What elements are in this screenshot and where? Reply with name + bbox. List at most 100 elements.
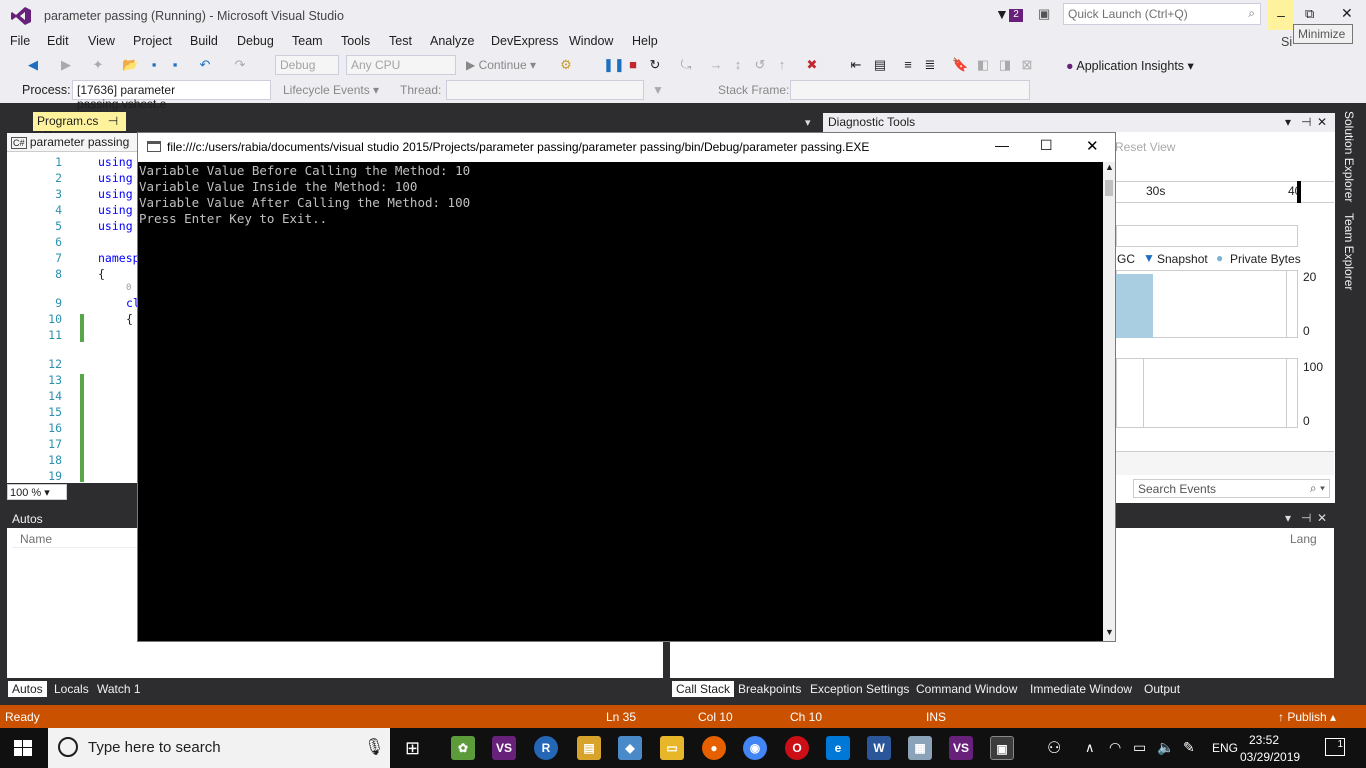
restart-icon[interactable]: ↻ (647, 57, 663, 73)
step-back-icon[interactable]: ↑ (774, 57, 790, 73)
zoom-select[interactable]: 100 % ▾ (7, 484, 67, 500)
menu-debug[interactable]: Debug (237, 34, 274, 48)
threads-icon[interactable]: ▤ (872, 57, 888, 73)
search-events-input[interactable]: Search Events ⌕ ▾ (1133, 479, 1330, 498)
show-next-icon[interactable]: ⤿ (678, 57, 694, 73)
console-minimize-button[interactable]: — (995, 137, 1009, 153)
callstack-pin-icon[interactable]: ⊣ (1301, 511, 1311, 525)
publish-button[interactable]: ↑ Publish ▴ (1278, 710, 1336, 724)
uncomment-icon[interactable]: ≣ (922, 57, 938, 73)
console-close-button[interactable]: ✕ (1086, 137, 1099, 155)
task-view-icon[interactable]: ⊞ (405, 738, 420, 759)
network-icon[interactable]: ◠ (1109, 739, 1121, 756)
reset-view-button[interactable]: Reset View (1115, 140, 1175, 154)
callstack-column-lang[interactable]: Lang (1290, 532, 1317, 546)
windows-start-icon[interactable] (14, 740, 32, 756)
tab-breakpoints[interactable]: Breakpoints (734, 681, 805, 697)
language-indicator[interactable]: ENG (1212, 741, 1238, 755)
process-select[interactable]: [17636] parameter passing.vshost.e (72, 80, 271, 111)
bookmark-icon[interactable]: 🔖 (952, 57, 968, 73)
panel-menu-icon[interactable]: ▾ (1285, 115, 1291, 129)
hex-icon[interactable]: ⇤ (848, 57, 864, 73)
menu-tools[interactable]: Tools (341, 34, 370, 48)
chrome-icon[interactable]: ◉ (743, 736, 767, 760)
step-into-icon[interactable]: → (708, 57, 724, 73)
filter-icon[interactable]: ▼ (995, 6, 1009, 22)
scroll-up-icon[interactable]: ▲ (1105, 162, 1114, 172)
menu-team[interactable]: Team (292, 34, 323, 48)
tab-locals[interactable]: Locals (50, 681, 93, 697)
battery-icon[interactable]: ▭ (1133, 739, 1146, 756)
comment-icon[interactable]: ≡ (900, 57, 916, 73)
visual-studio-active-icon[interactable]: VS (949, 736, 973, 760)
clock-date[interactable]: 03/29/2019 (1240, 750, 1300, 764)
r-app-icon[interactable]: R (534, 736, 558, 760)
config-select[interactable]: Debug (275, 55, 339, 75)
volume-icon[interactable]: 🔈 (1157, 739, 1174, 756)
console-taskbar-icon[interactable]: ▣ (990, 736, 1014, 760)
undo-icon[interactable]: ↶ (197, 57, 213, 73)
pause-icon[interactable]: ❚❚ (603, 57, 625, 73)
scope-dropdown[interactable]: C# parameter passing (7, 133, 138, 152)
solution-explorer-tab[interactable]: Solution Explorer (1342, 111, 1356, 202)
lifecycle-events-button[interactable]: Lifecycle Events ▾ (283, 83, 379, 97)
stack-frame-select[interactable] (790, 80, 1030, 100)
open-file-icon[interactable]: 📂 (122, 57, 138, 73)
word-icon[interactable]: W (867, 736, 891, 760)
scroll-down-icon[interactable]: ▼ (1105, 627, 1114, 637)
new-project-icon[interactable]: ✦ (90, 57, 106, 73)
step-out-icon[interactable]: ↺ (752, 57, 768, 73)
back-icon[interactable]: ◀ (25, 57, 41, 73)
clear-bookmarks-icon[interactable]: ⊠ (1019, 57, 1035, 73)
visual-studio-taskbar-icon[interactable]: VS (492, 736, 516, 760)
platform-select[interactable]: Any CPU (346, 55, 456, 75)
menu-project[interactable]: Project (133, 34, 172, 48)
notification-badge[interactable]: 2 (1009, 9, 1023, 22)
exceptions-icon[interactable]: ✖ (804, 57, 820, 73)
console-window[interactable]: file:///c:/users/rabia/documents/visual … (137, 132, 1116, 642)
menu-edit[interactable]: Edit (47, 34, 69, 48)
restore-button[interactable]: ⧉ (1305, 6, 1314, 22)
tab-command-window[interactable]: Command Window (912, 681, 1021, 697)
pen-icon[interactable]: ✎ (1183, 739, 1195, 756)
taskbar-search-box[interactable]: Type here to search 🎙 (48, 728, 390, 768)
tab-watch1[interactable]: Watch 1 (93, 681, 145, 697)
console-maximize-button[interactable]: ☐ (1040, 137, 1053, 154)
callstack-menu-icon[interactable]: ▾ (1285, 511, 1291, 525)
feedback-icon[interactable]: ▣ (1038, 6, 1050, 22)
scroll-thumb[interactable] (1105, 180, 1113, 196)
panel-pin-icon[interactable]: ⊣ (1301, 115, 1311, 129)
stop-icon[interactable]: ■ (625, 57, 641, 73)
panel-close-icon[interactable]: ✕ (1317, 115, 1327, 129)
save-icon[interactable]: ▪ (146, 57, 162, 73)
tab-call-stack[interactable]: Call Stack (672, 681, 735, 697)
save-all-icon[interactable]: ▪ (167, 57, 183, 73)
menu-file[interactable]: File (10, 34, 30, 48)
firefox-icon[interactable]: ● (702, 736, 726, 760)
console-scrollbar[interactable]: ▲ ▼ (1103, 162, 1115, 641)
tab-exception-settings[interactable]: Exception Settings (806, 681, 913, 697)
code-editor[interactable]: C# parameter passing (7, 133, 138, 483)
forward-icon[interactable]: ▶ (58, 57, 74, 73)
team-explorer-tab[interactable]: Team Explorer (1342, 213, 1356, 290)
next-bookmark-icon[interactable]: ◨ (997, 57, 1013, 73)
tab-autos[interactable]: Autos (8, 681, 47, 697)
console-output[interactable]: Variable Value Before Calling the Method… (138, 162, 1103, 641)
process-icon[interactable]: ⚙ (558, 57, 574, 73)
application-insights-button[interactable]: ● Application Insights ▾ (1066, 58, 1194, 73)
menu-analyze[interactable]: Analyze (430, 34, 474, 48)
minimize-button[interactable]: – (1268, 0, 1294, 30)
continue-button[interactable]: ▶ Continue ▾ (466, 58, 536, 72)
close-button[interactable]: ✕ (1341, 5, 1353, 22)
menu-help[interactable]: Help (632, 34, 658, 48)
menu-test[interactable]: Test (389, 34, 412, 48)
microphone-icon[interactable]: 🎙 (364, 737, 384, 757)
menu-build[interactable]: Build (190, 34, 218, 48)
editor-tab-overflow-icon[interactable]: ▾ (805, 116, 811, 129)
app-green-icon[interactable]: ✿ (451, 736, 475, 760)
clock-time[interactable]: 23:52 (1249, 733, 1279, 747)
callstack-close-icon[interactable]: ✕ (1317, 511, 1327, 525)
pin-icon[interactable]: ⊣ (108, 114, 118, 128)
redo-icon[interactable]: ↷ (232, 57, 248, 73)
people-icon[interactable]: ⚇ (1047, 738, 1061, 758)
